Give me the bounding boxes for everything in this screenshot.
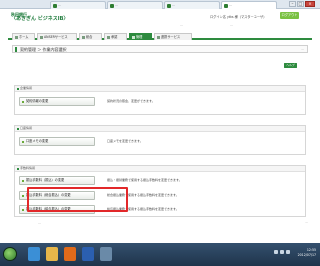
browser-tab[interactable]: ... [164, 1, 220, 9]
link-icon [156, 35, 160, 39]
bullet-icon [22, 100, 24, 103]
word-icon[interactable] [82, 247, 94, 261]
browser-tab-label: ... [58, 3, 61, 7]
nav-tab-approval[interactable]: 承認 [104, 33, 127, 40]
row-description: 振込・振替業務で使用する振込手数料を変更できます。 [107, 178, 182, 182]
anser-icon [39, 35, 43, 39]
screen-id: ... [301, 47, 304, 51]
button-label: 口座メモの変更 [26, 139, 49, 143]
internet-explorer-icon[interactable] [28, 247, 40, 261]
browser-tab-label: ... [115, 3, 118, 7]
nav-tab-label: ANSERサービス [44, 35, 68, 39]
favicon-icon [223, 3, 228, 8]
sub-info: ... [180, 23, 183, 27]
section-heading: 企業情報 [15, 86, 305, 92]
section-heading: 手数料情報 [15, 166, 305, 172]
transfer-icon [81, 35, 85, 39]
section-account-info: 口座情報 口座メモの変更 口座メモを変更できます。 [14, 125, 306, 155]
nav-tab-label: ホーム [19, 35, 29, 39]
gear-icon [131, 35, 135, 39]
help-button[interactable]: ヘルプ [284, 63, 297, 68]
transfer-fee-change-button[interactable]: 振込手数料（振込）の変更 [19, 176, 95, 185]
section-heading: 口座情報 [15, 126, 305, 132]
tray-icon[interactable] [274, 250, 278, 254]
nav-tab-label: 管理 [136, 35, 143, 39]
tray-icon[interactable] [286, 250, 290, 254]
logout-button[interactable]: ログアウト [280, 12, 299, 19]
approval-icon [106, 35, 110, 39]
app-icon[interactable] [100, 247, 112, 261]
list-item: 契約情報の変更 契約状況の照会、変更ができます。 [19, 96, 305, 108]
user-info: ログイン名 ytks 様（マスターユーザ） [210, 15, 267, 19]
copyright: ... [305, 221, 308, 224]
button-label: 振込手数料（振込）の変更 [26, 178, 65, 182]
folder-icon[interactable] [46, 247, 58, 261]
favicon-icon [166, 3, 171, 8]
clock[interactable]: 12:55 2012/07/17 [298, 248, 316, 258]
minimize-icon[interactable]: – [289, 1, 296, 7]
bullet-icon [22, 208, 24, 211]
logo-line-2: 〈あきぎん ビジネスIB〉 [11, 16, 69, 22]
page-title: 契約管理 ＞ 作業内容選択 [20, 47, 67, 52]
browser-tab-label: ... [172, 3, 175, 7]
home-icon [14, 35, 18, 39]
nav-tab-management[interactable]: 管理 [129, 33, 152, 40]
row-description: 口座メモを変更できます。 [107, 139, 143, 143]
nav-tab-label: 承認 [111, 35, 118, 39]
start-button[interactable] [3, 247, 17, 261]
nav-tab-home[interactable]: ホーム [12, 33, 35, 40]
browser-tab-bar: ... ... ... ... – □ × [0, 0, 320, 9]
browser-tab-active[interactable]: ... [221, 1, 277, 9]
favicon-icon [52, 3, 57, 8]
account-memo-change-button[interactable]: 口座メモの変更 [19, 137, 95, 146]
nav-tab-label: 連携サービス [161, 35, 181, 39]
footer-text: ... [38, 221, 41, 225]
title-marker [15, 47, 17, 52]
site-header: 秋田銀行 〈あきぎん ビジネスIB〉 ログイン名 ytks 様（マスターユーザ）… [0, 10, 320, 32]
nav-tab-anser[interactable]: ANSERサービス [37, 33, 77, 40]
list-item: 口座メモの変更 口座メモを変更できます。 [19, 136, 305, 148]
section-company-info: 企業情報 契約情報の変更 契約状況の照会、変更ができます。 [14, 85, 306, 115]
browser-tab-label: ... [229, 3, 232, 7]
tray-icon[interactable] [280, 250, 284, 254]
main-nav: ホーム ANSERサービス 総合 承認 管理 連携サービス [8, 33, 312, 40]
contract-info-change-button[interactable]: 契約情報の変更 [19, 97, 95, 106]
list-item: 振込手数料（振込）の変更 振込・振替業務で使用する振込手数料を変更できます。 [19, 175, 305, 187]
media-player-icon[interactable] [64, 247, 76, 261]
bullet-icon [22, 140, 24, 143]
browser-tab[interactable]: ... [50, 1, 106, 9]
row-description: 契約状況の照会、変更ができます。 [107, 99, 155, 103]
bank-logo[interactable]: 秋田銀行 〈あきぎん ビジネスIB〉 [11, 12, 68, 22]
bullet-icon [22, 194, 24, 197]
favicon-icon [109, 3, 114, 8]
browser-tab[interactable]: ... [107, 1, 163, 9]
page-title-bar: 契約管理 ＞ 作業内容選択 ... [12, 45, 308, 53]
clock-date: 2012/07/17 [297, 253, 316, 257]
button-label: 契約情報の変更 [26, 99, 49, 103]
nav-tab-label: 総合 [86, 35, 93, 39]
taskbar: 12:55 2012/07/17 [0, 243, 320, 266]
highlight-annotation [27, 187, 128, 212]
bullet-icon [22, 179, 24, 182]
maximize-icon[interactable]: □ [297, 1, 304, 7]
system-tray[interactable] [274, 250, 298, 256]
close-icon[interactable]: × [305, 1, 315, 7]
nav-tab-transfer[interactable]: 総合 [79, 33, 102, 40]
sub-info: ... [230, 23, 233, 27]
nav-tab-linked-services[interactable]: 連携サービス [154, 33, 192, 40]
